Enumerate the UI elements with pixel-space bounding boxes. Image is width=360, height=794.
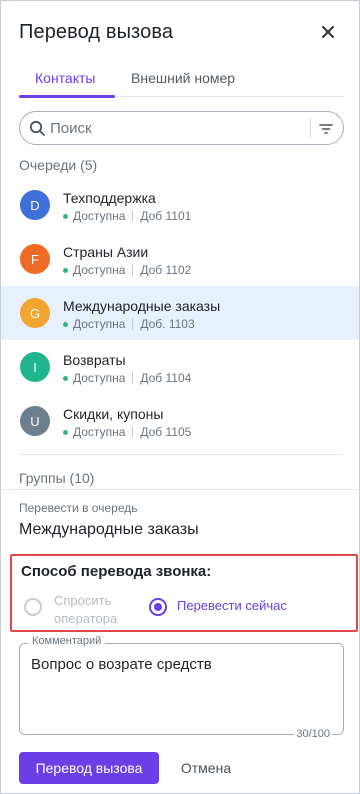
- avatar: F: [20, 244, 50, 274]
- radio-label: Перевести сейчас: [177, 598, 287, 613]
- search-input[interactable]: [50, 118, 300, 138]
- cancel-button[interactable]: Отмена: [171, 752, 241, 784]
- status-dot-icon: [63, 429, 68, 435]
- status-dot-icon: [63, 213, 68, 219]
- meta-divider: [132, 426, 134, 438]
- queue-list: D Техподдержка Доступна Доб 1101 F Стран…: [1, 178, 359, 448]
- meta-divider: [132, 318, 134, 330]
- queue-item-returns[interactable]: I Возвраты Доступна Доб 1104: [1, 340, 359, 394]
- search-icon: [29, 120, 45, 136]
- comment-field: Комментарий Вопрос о возрате средств 30/…: [19, 635, 344, 740]
- queue-item-international-orders[interactable]: G Международные заказы Доступна Доб. 110…: [1, 286, 359, 340]
- queue-status: Доступна: [73, 425, 126, 439]
- tab-external-number[interactable]: Внешний номер: [131, 69, 235, 87]
- transfer-call-button[interactable]: Перевод вызова: [19, 752, 159, 784]
- queue-meta: Доступна Доб 1104: [63, 370, 191, 386]
- comment-label: Комментарий: [28, 635, 106, 647]
- comment-counter: 30/100: [294, 728, 332, 740]
- queue-extension: Доб 1105: [140, 425, 192, 439]
- groups-section-label[interactable]: Группы (10): [19, 470, 94, 486]
- tabs-bar: Контакты Внешний номер: [19, 65, 344, 98]
- queue-status: Доступна: [73, 209, 126, 223]
- queue-name: Страны Азии: [63, 244, 149, 260]
- queue-extension: Доб 1104: [140, 371, 192, 385]
- queue-item-asia[interactable]: F Страны Азии Доступна Доб 1102: [1, 232, 359, 286]
- meta-divider: [132, 264, 134, 276]
- radio-label: Спросить оператора: [54, 593, 118, 626]
- queue-item-discounts[interactable]: U Скидки, купоны Доступна Доб 1105: [1, 394, 359, 448]
- queue-name: Международные заказы: [63, 298, 221, 314]
- queue-item-support[interactable]: D Техподдержка Доступна Доб 1101: [1, 178, 359, 232]
- avatar: U: [20, 406, 50, 436]
- transfer-target-label: Перевести в очередь: [19, 501, 138, 515]
- search-box: [19, 111, 344, 145]
- close-button[interactable]: [317, 21, 339, 43]
- queue-name: Скидки, купоны: [63, 406, 164, 422]
- transfer-call-panel: Перевод вызова Контакты Внешний номер Оч…: [0, 0, 360, 794]
- queue-meta: Доступна Доб 1102: [63, 262, 191, 278]
- transfer-target-value: Международные заказы: [19, 521, 199, 538]
- transfer-method-title: Способ перевода звонка:: [21, 563, 212, 580]
- queue-meta: Доступна Доб 1101: [63, 208, 191, 224]
- queue-status: Доступна: [73, 317, 126, 331]
- meta-divider: [132, 372, 134, 384]
- radio-dot: [154, 603, 162, 611]
- section-divider: [19, 454, 343, 455]
- search-divider: [310, 118, 311, 138]
- queue-meta: Доступна Доб 1105: [63, 424, 191, 440]
- queue-status: Доступна: [73, 371, 126, 385]
- section-divider: [1, 489, 359, 490]
- queue-extension: Доб. 1103: [140, 317, 195, 331]
- avatar: G: [20, 298, 50, 328]
- queue-status: Доступна: [73, 263, 126, 277]
- status-dot-icon: [63, 321, 68, 327]
- queue-extension: Доб 1101: [140, 209, 192, 223]
- transfer-method-group: Способ перевода звонка: Спросить операто…: [10, 554, 358, 632]
- avatar: I: [20, 352, 50, 382]
- queue-extension: Доб 1102: [140, 263, 192, 277]
- comment-input[interactable]: Вопрос о возрате средств: [31, 656, 331, 712]
- queue-name: Возвраты: [63, 352, 126, 368]
- queue-name: Техподдержка: [63, 190, 156, 206]
- panel-title: Перевод вызова: [19, 21, 174, 43]
- radio-transfer-now[interactable]: Перевести сейчас: [149, 592, 287, 616]
- filter-icon[interactable]: [317, 120, 335, 138]
- tab-contacts[interactable]: Контакты: [35, 69, 95, 87]
- queue-meta: Доступна Доб. 1103: [63, 316, 195, 332]
- status-dot-icon: [63, 267, 68, 273]
- close-icon: [322, 26, 334, 38]
- queues-section-label: Очереди (5): [19, 157, 98, 173]
- radio-unchecked-icon: [24, 598, 42, 616]
- avatar: D: [20, 190, 50, 220]
- radio-ask-operator[interactable]: Спросить оператора: [24, 592, 136, 628]
- meta-divider: [132, 210, 134, 222]
- status-dot-icon: [63, 375, 68, 381]
- active-tab-indicator: [19, 95, 115, 98]
- panel-header: Перевод вызова: [19, 19, 345, 49]
- radio-checked-icon: [149, 598, 167, 616]
